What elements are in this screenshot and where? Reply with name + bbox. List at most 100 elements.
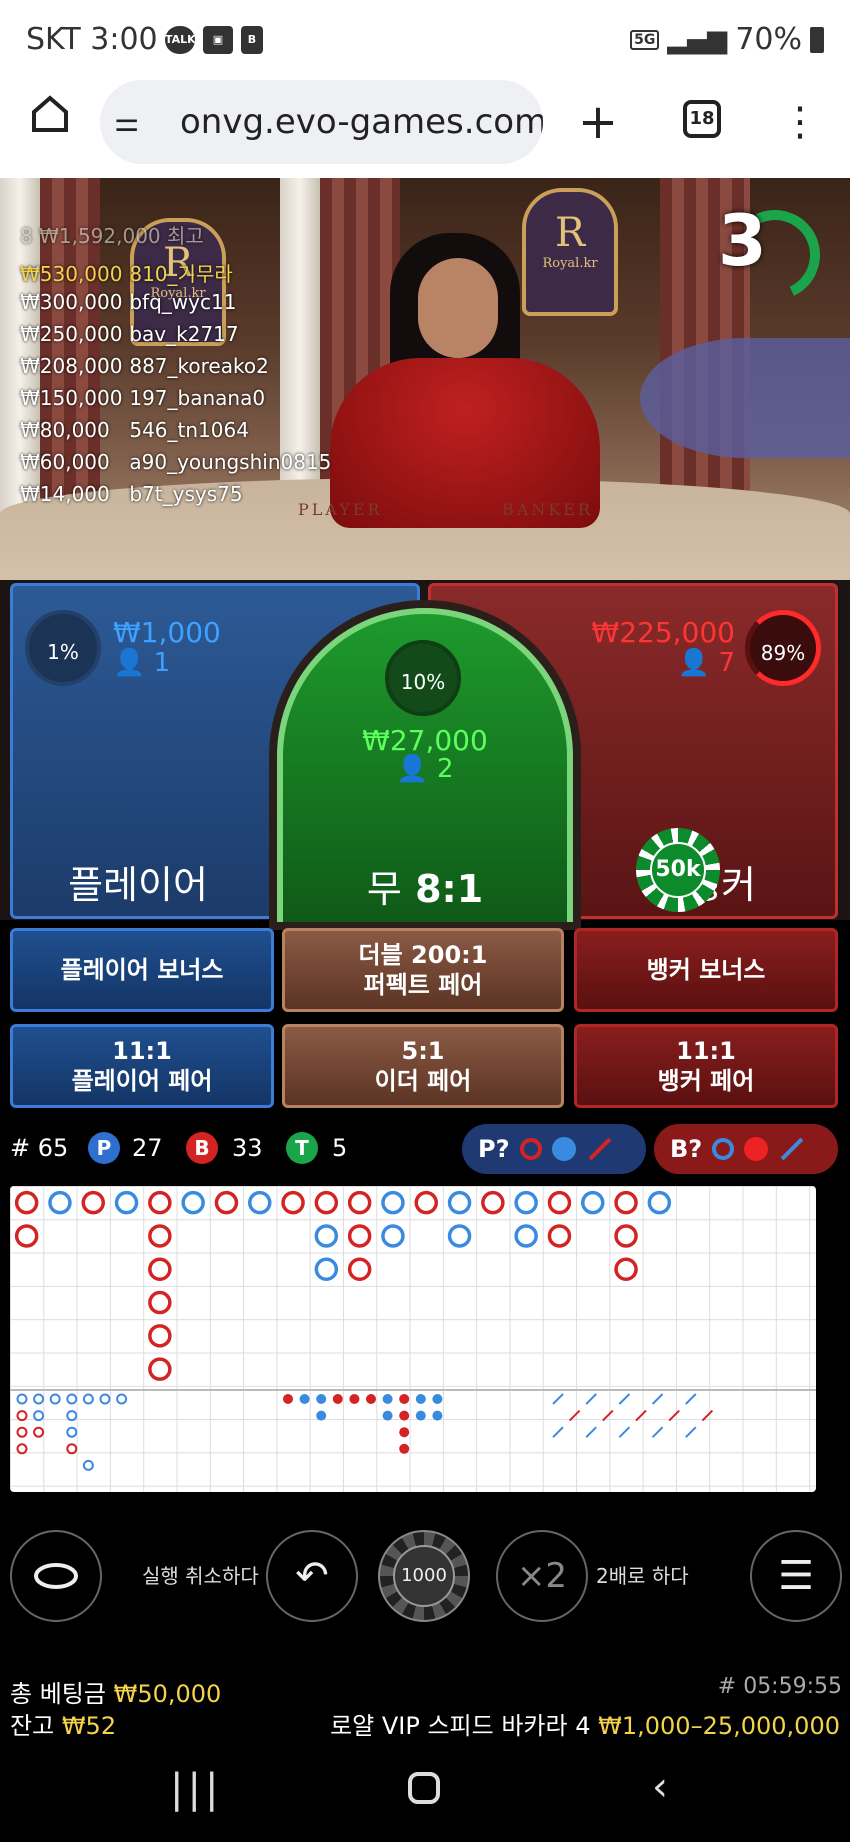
banker-road-mark — [347, 1190, 372, 1215]
player-pair-button[interactable]: 11:1 플레이어 페어 — [10, 1024, 274, 1108]
cockroach-road-mark — [552, 1393, 564, 1405]
either-pair-button[interactable]: 5:1 이더 페어 — [282, 1024, 564, 1108]
small-road-mark — [432, 1410, 443, 1421]
banker-road-mark — [347, 1257, 372, 1281]
leaderboard-row: ₩300,000 bfq_wyc11 — [20, 290, 237, 314]
android-nav-bar: ||| ‹ — [0, 1742, 850, 1842]
player-predict-button[interactable]: P? — [462, 1124, 646, 1174]
player-win-badge: P — [88, 1132, 120, 1164]
view-mode-button[interactable] — [10, 1530, 102, 1622]
cockroach-road-mark — [701, 1409, 714, 1422]
network-icon: 5G — [630, 29, 660, 50]
player-road-mark — [181, 1190, 205, 1215]
cockroach-road-mark — [585, 1426, 597, 1438]
player-road-mark — [514, 1190, 538, 1215]
back-icon[interactable]: ‹ — [652, 1764, 668, 1810]
placed-chip-50k[interactable]: 50k — [636, 828, 720, 912]
footer-info: 총 베팅금 ₩50,000 잔고 ₩52 # 05:59:55 로얄 VIP 스… — [0, 1660, 850, 1740]
road-marks — [14, 1190, 714, 1471]
home-nav-icon[interactable] — [408, 1772, 440, 1804]
chip-selector[interactable]: 1000 — [378, 1530, 470, 1622]
banker-road-mark — [481, 1190, 505, 1215]
new-tab-icon[interactable]: + — [568, 92, 628, 152]
banker-road-mark — [314, 1190, 339, 1215]
battery-text: 70% — [735, 22, 802, 57]
small-road-mark — [283, 1394, 293, 1404]
big-eye-mark — [66, 1426, 78, 1438]
player-bonus-button[interactable]: 플레이어 보너스 — [10, 928, 274, 1012]
site-settings-icon[interactable]: ⚌ — [114, 80, 139, 164]
small-road-mark — [415, 1410, 426, 1421]
player-bettor-count: 👤 1 — [113, 648, 171, 678]
home-icon[interactable] — [20, 92, 80, 152]
card-shoe-table — [640, 338, 850, 458]
undo-button[interactable]: ↶ — [266, 1530, 358, 1622]
banker-road-mark — [614, 1257, 638, 1281]
status-time: SKT 3:00 — [26, 22, 158, 57]
banker-road-mark — [148, 1224, 172, 1248]
b-app-icon: B — [241, 26, 263, 54]
leaderboard-row: ₩80,000 546_tn1064 — [20, 418, 249, 442]
player-road-mark — [314, 1224, 339, 1248]
big-eye-mark — [16, 1426, 28, 1438]
cockroach-road-mark — [635, 1409, 647, 1422]
battery-icon — [810, 26, 824, 53]
recent-apps-icon[interactable]: ||| — [170, 1766, 222, 1812]
cockroach-road-mark — [651, 1426, 664, 1438]
banker-pair-button[interactable]: 11:1 뱅커 페어 — [574, 1024, 838, 1108]
small-road-mark — [432, 1394, 443, 1404]
banker-bettor-count: 👤 7 — [677, 648, 735, 678]
cockroach-road-mark — [568, 1409, 581, 1422]
double-button[interactable]: ×2 — [496, 1530, 588, 1622]
player-road-mark — [581, 1190, 605, 1215]
cockroach-road-mark — [552, 1426, 564, 1438]
leaderboard-row: ₩150,000 197_banana0 — [20, 386, 266, 410]
banker-road-mark — [214, 1190, 239, 1215]
player-road-mark — [48, 1190, 72, 1215]
status-bar: SKT 3:00 TALK ▣ B 5G ▂▄▆ 70% — [0, 0, 850, 80]
more-menu-icon[interactable]: ⋮ — [770, 92, 830, 152]
big-eye-mark — [49, 1393, 61, 1405]
small-road-mark — [399, 1410, 410, 1421]
player-road-mark — [248, 1190, 272, 1215]
banker-road-mark — [81, 1190, 105, 1215]
balance: 잔고 ₩52 — [10, 1712, 117, 1740]
tab-count-button[interactable]: 18 — [683, 100, 721, 138]
player-percent: 1% — [25, 610, 101, 686]
leaderboard-row: ₩530,000 810_기무라 — [20, 262, 233, 286]
total-bet: 총 베팅금 ₩50,000 — [10, 1680, 222, 1708]
banker-predict-button[interactable]: B? — [654, 1124, 838, 1174]
tie-bet-spot[interactable]: 10% ₩27,000 👤 2 무 8:1 — [277, 608, 573, 922]
player-label: 플레이어 — [68, 863, 208, 907]
banker-wins: 33 — [232, 1134, 263, 1162]
person-icon: 👤 — [677, 648, 711, 678]
tie-badge: T — [286, 1132, 318, 1164]
banker-road-mark — [148, 1290, 172, 1315]
big-eye-mark — [33, 1393, 45, 1405]
controls-bar: 실행 취소하다 ↶ 1000 ×2 2배로 하다 ☰ — [0, 1500, 850, 1640]
banker-win-badge: B — [186, 1132, 218, 1164]
perfect-pair-button[interactable]: 더블 200:1 퍼펙트 페어 — [282, 928, 564, 1012]
cockroach-road-mark — [668, 1409, 680, 1422]
player-road-mark — [447, 1224, 472, 1248]
small-road-mark — [382, 1394, 393, 1404]
cockroach-road-mark — [651, 1393, 664, 1405]
cockroach-road-mark — [685, 1393, 697, 1405]
leaderboard-row: ₩60,000 a90_youngshin0815 — [20, 450, 332, 474]
player-road-mark — [381, 1190, 405, 1215]
banker-bonus-button[interactable]: 뱅커 보너스 — [574, 928, 838, 1012]
small-road-mark — [415, 1394, 426, 1404]
tie-amount: ₩27,000 — [362, 724, 488, 757]
banker-road-mark — [547, 1190, 572, 1215]
scoreboard-road[interactable] — [10, 1186, 816, 1492]
url-bar[interactable]: ⚌ onvg.evo-games.com — [100, 80, 543, 164]
banker-road-mark — [614, 1190, 638, 1215]
round-number: # 65 — [10, 1134, 69, 1162]
table-info: 로얄 VIP 스피드 바카라 4 ₩1,000–25,000,000 — [330, 1712, 840, 1740]
big-eye-mark — [16, 1393, 28, 1405]
menu-button[interactable]: ☰ — [750, 1530, 842, 1622]
big-eye-mark — [82, 1459, 94, 1471]
leaderboard-header: 8 ₩1,592,000 최고 — [20, 224, 204, 248]
player-road-mark — [514, 1224, 538, 1248]
big-eye-mark — [33, 1426, 45, 1438]
